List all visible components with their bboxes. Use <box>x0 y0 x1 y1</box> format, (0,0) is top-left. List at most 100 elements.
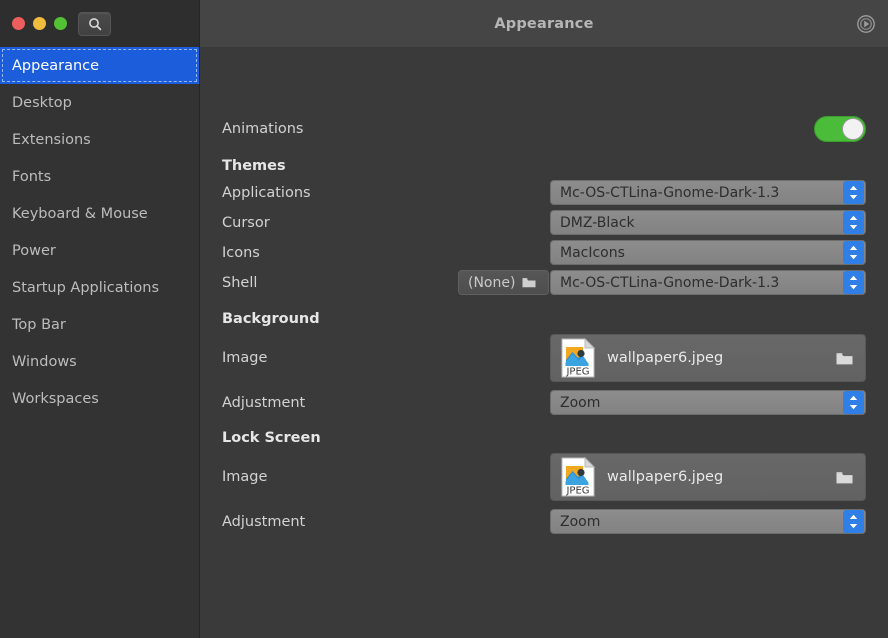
close-button[interactable] <box>12 17 25 30</box>
lock-screen-adjustment-label: Adjustment <box>222 513 306 530</box>
sidebar-item-label: Keyboard & Mouse <box>12 205 148 222</box>
background-heading: Background <box>222 311 320 327</box>
sidebar-item-label: Power <box>12 242 56 259</box>
sidebar-item-label: Workspaces <box>12 390 99 407</box>
applications-theme-field: Mc-OS-CTLina-Gnome-Dark-1.3 <box>550 180 866 205</box>
row-lock-screen-image: Image JPEG wallpaper6.jpeg <box>222 453 866 501</box>
settings-window: Appearance Desktop Extensions Fonts Keyb… <box>0 0 888 638</box>
search-button[interactable] <box>78 11 111 36</box>
jpeg-file-icon: JPEG <box>561 457 595 497</box>
cursor-theme-label: Cursor <box>222 214 270 231</box>
icons-theme-field: MacIcons <box>550 240 866 265</box>
lock-screen-image-label: Image <box>222 469 268 485</box>
jpeg-file-icon: JPEG <box>561 338 595 378</box>
sidebar-item-workspaces[interactable]: Workspaces <box>0 380 199 417</box>
page-title: Appearance <box>494 15 594 32</box>
svg-text:JPEG: JPEG <box>565 367 589 378</box>
sidebar-item-label: Startup Applications <box>12 279 159 296</box>
applications-theme-label: Applications <box>222 184 311 201</box>
row-background-image: Image JPEG wallpaper6.jpeg <box>222 334 866 382</box>
chevron-updown-icon <box>843 241 864 264</box>
section-themes: Themes <box>222 157 866 175</box>
chevron-updown-icon <box>843 391 864 414</box>
row-icons-theme: Icons MacIcons <box>222 240 866 265</box>
window-controls <box>12 17 67 30</box>
row-background-adjustment: Adjustment Zoom <box>222 390 866 415</box>
sidebar-item-fonts[interactable]: Fonts <box>0 158 199 195</box>
minimize-button[interactable] <box>33 17 46 30</box>
lock-screen-image-filename: wallpaper6.jpeg <box>607 469 724 485</box>
lock-screen-adjustment-dropdown[interactable]: Zoom <box>550 509 866 534</box>
row-applications-theme: Applications Mc-OS-CTLina-Gnome-Dark-1.3 <box>222 180 866 205</box>
background-adjustment-label: Adjustment <box>222 394 306 411</box>
chevron-updown-icon <box>843 211 864 234</box>
background-image-picker[interactable]: JPEG wallpaper6.jpeg <box>550 334 866 382</box>
cursor-theme-field: DMZ-Black <box>550 210 866 235</box>
sidebar-item-extensions[interactable]: Extensions <box>0 121 199 158</box>
sidebar-nav-list: Appearance Desktop Extensions Fonts Keyb… <box>0 47 199 638</box>
chevron-updown-icon <box>843 181 864 204</box>
applications-theme-dropdown[interactable]: Mc-OS-CTLina-Gnome-Dark-1.3 <box>550 180 866 205</box>
row-cursor-theme: Cursor DMZ-Black <box>222 210 866 235</box>
lock-screen-adjustment-field: Zoom <box>550 509 866 534</box>
settings-menu-icon <box>857 14 875 33</box>
background-adjustment-field: Zoom <box>550 390 866 415</box>
search-icon <box>88 17 101 30</box>
animations-label: Animations <box>222 121 304 137</box>
sidebar-header <box>0 0 199 47</box>
row-shell-theme: Shell (None) Mc-OS-CTLina-Gnome-Dark-1.3 <box>222 270 866 295</box>
sidebar-item-appearance[interactable]: Appearance <box>0 47 199 84</box>
section-background: Background <box>222 310 866 328</box>
cursor-theme-value: DMZ-Black <box>560 214 635 231</box>
icons-theme-value: MacIcons <box>560 244 625 261</box>
background-image-field: JPEG wallpaper6.jpeg <box>550 334 866 382</box>
shell-theme-file-button[interactable]: (None) <box>458 270 549 295</box>
row-lock-screen-adjustment: Adjustment Zoom <box>222 509 866 534</box>
background-image-label: Image <box>222 350 268 366</box>
lock-screen-heading: Lock Screen <box>222 430 321 446</box>
animations-toggle[interactable] <box>814 116 866 142</box>
titlebar: Appearance <box>200 0 888 47</box>
sidebar-item-desktop[interactable]: Desktop <box>0 84 199 121</box>
sidebar-item-label: Top Bar <box>12 316 66 333</box>
sidebar-item-label: Fonts <box>12 168 52 185</box>
svg-text:JPEG: JPEG <box>565 486 589 497</box>
sidebar-item-startup-applications[interactable]: Startup Applications <box>0 269 199 306</box>
background-adjustment-value: Zoom <box>560 394 601 411</box>
sidebar-item-label: Desktop <box>12 94 72 111</box>
chevron-updown-icon <box>843 510 864 533</box>
applications-theme-value: Mc-OS-CTLina-Gnome-Dark-1.3 <box>560 184 780 201</box>
maximize-button[interactable] <box>54 17 67 30</box>
sidebar-item-power[interactable]: Power <box>0 232 199 269</box>
shell-theme-dropdown[interactable]: Mc-OS-CTLina-Gnome-Dark-1.3 <box>550 270 866 295</box>
cursor-theme-dropdown[interactable]: DMZ-Black <box>550 210 866 235</box>
main-panel: Appearance Animations Themes Application… <box>200 0 888 638</box>
folder-icon <box>522 278 536 288</box>
sidebar: Appearance Desktop Extensions Fonts Keyb… <box>0 0 200 638</box>
sidebar-item-label: Windows <box>12 353 77 370</box>
toggle-knob <box>842 118 864 140</box>
settings-menu-button[interactable] <box>854 12 878 36</box>
sidebar-item-label: Appearance <box>12 57 100 74</box>
shell-theme-field: Mc-OS-CTLina-Gnome-Dark-1.3 <box>550 270 866 295</box>
chevron-updown-icon <box>843 271 864 294</box>
folder-icon <box>836 352 853 364</box>
lock-screen-adjustment-value: Zoom <box>560 513 601 530</box>
row-animations: Animations <box>222 115 866 143</box>
background-adjustment-dropdown[interactable]: Zoom <box>550 390 866 415</box>
icons-theme-dropdown[interactable]: MacIcons <box>550 240 866 265</box>
section-lock-screen: Lock Screen <box>222 429 866 447</box>
sidebar-item-windows[interactable]: Windows <box>0 343 199 380</box>
sidebar-item-label: Extensions <box>12 131 91 148</box>
shell-theme-none-label: (None) <box>468 274 516 291</box>
lock-screen-image-field: JPEG wallpaper6.jpeg <box>550 453 866 501</box>
lock-screen-image-picker[interactable]: JPEG wallpaper6.jpeg <box>550 453 866 501</box>
sidebar-item-keyboard-mouse[interactable]: Keyboard & Mouse <box>0 195 199 232</box>
themes-heading: Themes <box>222 158 286 174</box>
settings-content: Animations Themes Applications Mc-OS-CTL… <box>200 47 888 638</box>
shell-theme-value: Mc-OS-CTLina-Gnome-Dark-1.3 <box>560 274 780 291</box>
shell-theme-label: Shell <box>222 274 258 291</box>
background-image-filename: wallpaper6.jpeg <box>607 350 724 366</box>
icons-theme-label: Icons <box>222 244 260 261</box>
sidebar-item-top-bar[interactable]: Top Bar <box>0 306 199 343</box>
